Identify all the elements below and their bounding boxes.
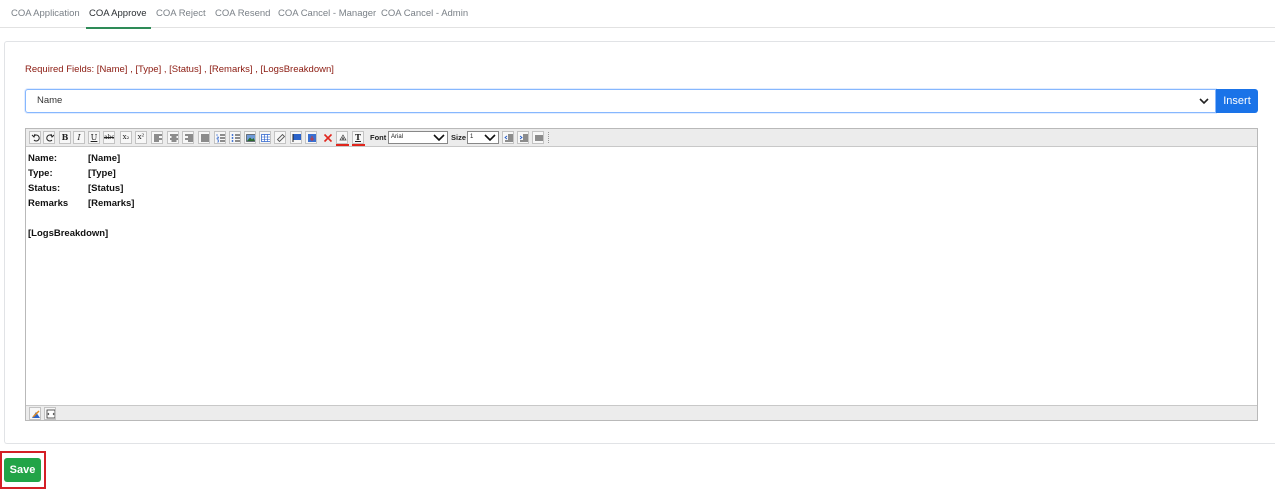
tab-coa-cancel-admin[interactable]: COA Cancel - Admin: [381, 0, 468, 28]
insert-button[interactable]: Insert: [1216, 89, 1258, 113]
chevron-down-icon: [433, 134, 445, 141]
align-left-icon[interactable]: [151, 131, 163, 144]
redo-icon[interactable]: [43, 131, 55, 144]
undo-icon[interactable]: [29, 131, 41, 144]
editor-toolbar: B I U abc x₂ x² T Font Arial Size 1: [26, 129, 1257, 147]
text-color-icon[interactable]: T: [352, 131, 364, 144]
highlight-color-icon[interactable]: [336, 131, 348, 144]
superscript-button[interactable]: x²: [135, 131, 147, 144]
bookmark-flag-icon[interactable]: [290, 131, 302, 144]
outdent-icon[interactable]: [502, 131, 514, 144]
tab-bar: COA Application COA Approve COA Reject C…: [0, 0, 1275, 29]
save-button-highlight: [0, 451, 46, 489]
html-source-icon[interactable]: [44, 407, 56, 420]
align-center-icon[interactable]: [167, 131, 179, 144]
font-select[interactable]: Arial: [388, 131, 448, 144]
chevron-down-icon: [1199, 98, 1209, 105]
unordered-list-icon[interactable]: [229, 131, 241, 144]
subscript-button[interactable]: x₂: [120, 131, 132, 144]
align-right-icon[interactable]: [182, 131, 194, 144]
tab-coa-cancel-manager[interactable]: COA Cancel - Manager: [278, 0, 376, 28]
design-mode-icon[interactable]: [29, 407, 41, 420]
tab-coa-resend[interactable]: COA Resend: [215, 0, 270, 28]
size-select[interactable]: 1: [467, 131, 499, 144]
highlight-color-swatch: [336, 144, 349, 146]
tab-coa-reject[interactable]: COA Reject: [156, 0, 206, 28]
font-label: Font: [370, 133, 387, 142]
field-select-value: Name: [37, 95, 63, 106]
align-justify-icon[interactable]: [198, 131, 210, 144]
horizontal-rule-icon[interactable]: [532, 131, 544, 144]
strikethrough-button[interactable]: abc: [103, 131, 115, 144]
ordered-list-icon[interactable]: [214, 131, 226, 144]
size-label: Size: [451, 133, 467, 142]
size-select-value: 1: [470, 134, 474, 140]
field-select[interactable]: Name: [25, 89, 1216, 113]
rich-text-editor: B I U abc x₂ x² T Font Arial Size 1 Name…: [25, 128, 1258, 421]
toolbar-divider: [548, 132, 549, 143]
anchor-icon[interactable]: [305, 131, 317, 144]
link-icon[interactable]: [274, 131, 286, 144]
insert-image-icon[interactable]: [244, 131, 256, 144]
font-select-value: Arial: [391, 134, 404, 140]
italic-button[interactable]: I: [73, 131, 85, 144]
text-color-swatch: [352, 144, 365, 146]
remove-format-icon[interactable]: [321, 131, 333, 144]
tab-coa-approve[interactable]: COA Approve: [86, 0, 151, 29]
indent-icon[interactable]: [517, 131, 529, 144]
insert-table-icon[interactable]: [259, 131, 271, 144]
editor-footer: [26, 405, 1257, 420]
tab-coa-application[interactable]: COA Application: [11, 0, 80, 28]
chevron-down-icon: [484, 134, 496, 141]
bold-button[interactable]: B: [59, 131, 71, 144]
underline-button[interactable]: U: [88, 131, 100, 144]
required-fields-text: Required Fields: [Name] , [Type] , [Stat…: [25, 64, 334, 75]
